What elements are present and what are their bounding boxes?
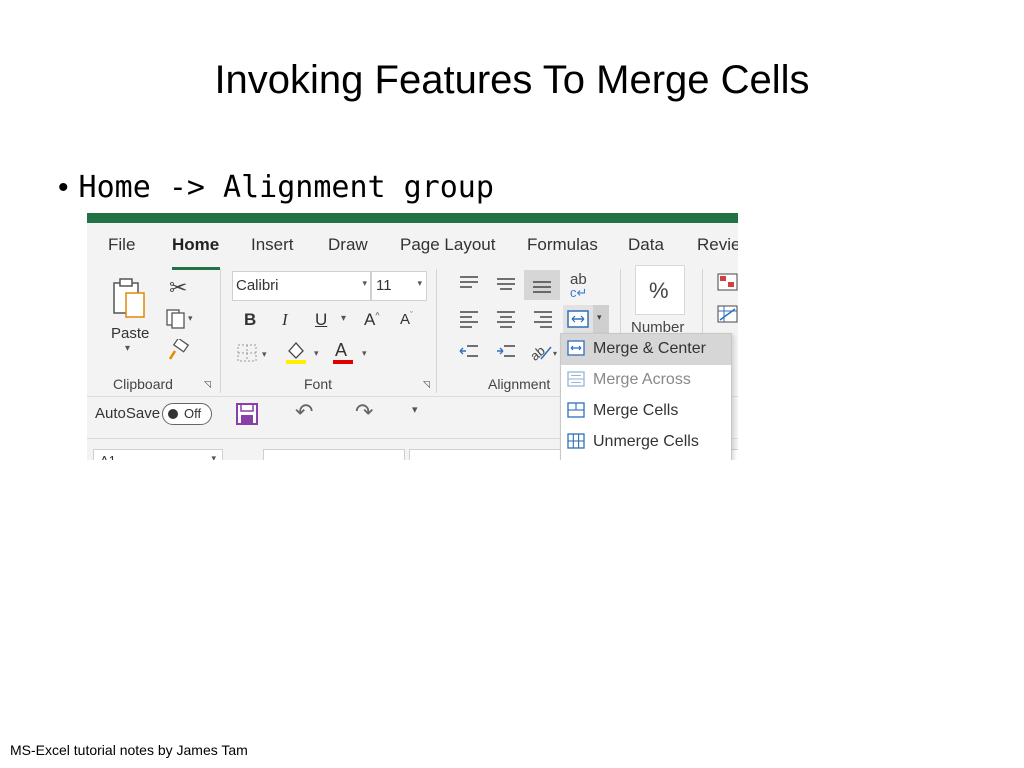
tab-insert[interactable]: Insert (251, 235, 294, 255)
paste-icon[interactable] (111, 277, 149, 321)
format-painter-icon[interactable] (167, 339, 189, 361)
bullet-text: Home -> Alignment group (78, 170, 494, 205)
underline-button[interactable]: U (315, 310, 327, 330)
font-name-value: Calibri (236, 277, 279, 294)
number-format-button[interactable]: % (635, 265, 685, 315)
wrap-arrow-icon: c↵ (570, 285, 588, 300)
tab-page-layout[interactable]: Page Layout (400, 235, 495, 255)
align-right-icon[interactable] (533, 310, 553, 328)
borders-icon[interactable]: ▾ (236, 342, 270, 364)
bottom-align-icon (533, 281, 551, 293)
align-center-icon[interactable] (496, 310, 516, 328)
align-left-icon[interactable] (459, 310, 479, 328)
merge-dropdown-icon: ▾ (597, 312, 602, 322)
bullet-dot: • (58, 171, 69, 204)
formula-buttons (263, 449, 405, 460)
increase-font-label: A (364, 310, 376, 329)
redo-icon[interactable]: ↷ (355, 399, 373, 425)
menu-item-merge-cells[interactable]: Merge Cells (561, 396, 731, 427)
tab-file[interactable]: File (108, 235, 135, 255)
menu-item-merge-across[interactable]: Merge Across (561, 365, 731, 396)
middle-align-icon[interactable] (496, 275, 516, 291)
wrap-text-button[interactable]: ab c↵ (570, 272, 588, 300)
cut-icon[interactable]: ✂ (169, 275, 187, 301)
title-bar-strip (87, 213, 738, 223)
tab-formulas[interactable]: Formulas (527, 235, 598, 255)
menu-item-label: Merge Across (593, 371, 691, 388)
merge-center-icon (567, 340, 585, 356)
merge-cells-icon (567, 402, 585, 418)
top-align-icon[interactable] (459, 275, 479, 291)
menu-item-merge-center[interactable]: Merge & Center (561, 334, 731, 365)
fill-color-icon[interactable]: ▾ (284, 339, 324, 365)
autosave-toggle[interactable]: Off (162, 403, 212, 425)
decrease-font-label: A (400, 311, 411, 328)
tab-review[interactable]: Revie (697, 235, 738, 255)
excel-ribbon-screenshot: File Home Insert Draw Page Layout Formul… (87, 213, 738, 460)
font-size-value: 11 (376, 277, 392, 294)
paste-dropdown-icon[interactable]: ▾ (125, 343, 130, 354)
svg-text:▾: ▾ (188, 314, 193, 324)
svg-text:ab: ab (529, 343, 548, 363)
svg-text:▾: ▾ (553, 349, 557, 358)
slide-title: Invoking Features To Merge Cells (214, 58, 810, 102)
decrease-font-button[interactable]: Aˇ (400, 310, 413, 328)
undo-icon[interactable]: ↶ (295, 399, 313, 425)
font-group-label: Font (304, 376, 333, 392)
font-color-label: A (335, 340, 347, 360)
increase-indent-icon[interactable] (496, 344, 516, 360)
group-separator (220, 269, 221, 393)
merge-center-icon (567, 310, 589, 328)
format-as-table-icon[interactable] (717, 305, 738, 323)
decrease-indent-icon[interactable] (459, 344, 479, 360)
paste-label[interactable]: Paste (111, 325, 149, 342)
merge-menu: Merge & Center Merge Across Merge Cells … (560, 333, 732, 460)
font-name-box[interactable]: Calibri ▾ (232, 271, 371, 301)
menu-item-label: Merge Cells (593, 402, 679, 419)
copy-icon[interactable]: ▾ (165, 307, 195, 329)
bottom-align-button[interactable] (524, 270, 560, 300)
orientation-icon[interactable]: ab ▾ (529, 341, 559, 363)
menu-item-label: Unmerge Cells (593, 433, 699, 450)
ribbon-tabs: File Home Insert Draw Page Layout Formul… (87, 223, 738, 270)
font-name-dropdown-icon[interactable]: ▾ (362, 278, 367, 289)
font-color-icon[interactable]: A ▾ (331, 339, 371, 365)
svg-text:▾: ▾ (262, 350, 267, 360)
font-size-dropdown-icon[interactable]: ▾ (417, 278, 422, 289)
merge-dropdown-button[interactable]: ▾ (593, 305, 609, 333)
increase-font-button[interactable]: A^ (364, 310, 380, 330)
name-box-value: A1 (100, 453, 116, 460)
menu-item-unmerge-cells[interactable]: Unmerge Cells (561, 427, 731, 458)
bold-button[interactable]: B (244, 310, 256, 330)
percent-icon: % (649, 278, 669, 303)
font-size-box[interactable]: 11 ▾ (371, 271, 427, 301)
conditional-formatting-icon[interactable] (717, 273, 738, 291)
slide-footer: MS-Excel tutorial notes by James Tam (10, 742, 248, 758)
name-box[interactable]: A1 ▾ (93, 449, 223, 460)
clipboard-launcher-icon[interactable]: ◹ (204, 379, 211, 390)
save-icon[interactable] (236, 403, 258, 425)
menu-item-label: Merge & Center (593, 340, 706, 357)
underline-dropdown-icon[interactable]: ▾ (341, 313, 346, 324)
font-launcher-icon[interactable]: ◹ (423, 379, 430, 390)
tab-draw[interactable]: Draw (328, 235, 368, 255)
toggle-knob (168, 409, 178, 419)
merge-center-button[interactable]: ▾ (563, 305, 609, 333)
customize-qat-icon[interactable]: ▾ (412, 403, 418, 416)
group-separator (436, 269, 437, 393)
bullet-item: • Home -> Alignment group (58, 170, 494, 206)
autosave-label: AutoSave (95, 405, 161, 422)
tab-data[interactable]: Data (628, 235, 664, 255)
autosave-toggle-label: Off (184, 406, 202, 421)
name-box-dropdown-icon[interactable]: ▾ (211, 453, 216, 460)
svg-text:▾: ▾ (314, 349, 319, 359)
italic-button[interactable]: I (282, 310, 288, 330)
unmerge-cells-icon (567, 433, 585, 449)
alignment-group-label: Alignment (488, 376, 551, 392)
svg-text:▾: ▾ (362, 349, 367, 359)
tab-home[interactable]: Home (172, 235, 219, 255)
clipboard-group-label: Clipboard (113, 376, 173, 392)
merge-across-icon (567, 371, 585, 387)
